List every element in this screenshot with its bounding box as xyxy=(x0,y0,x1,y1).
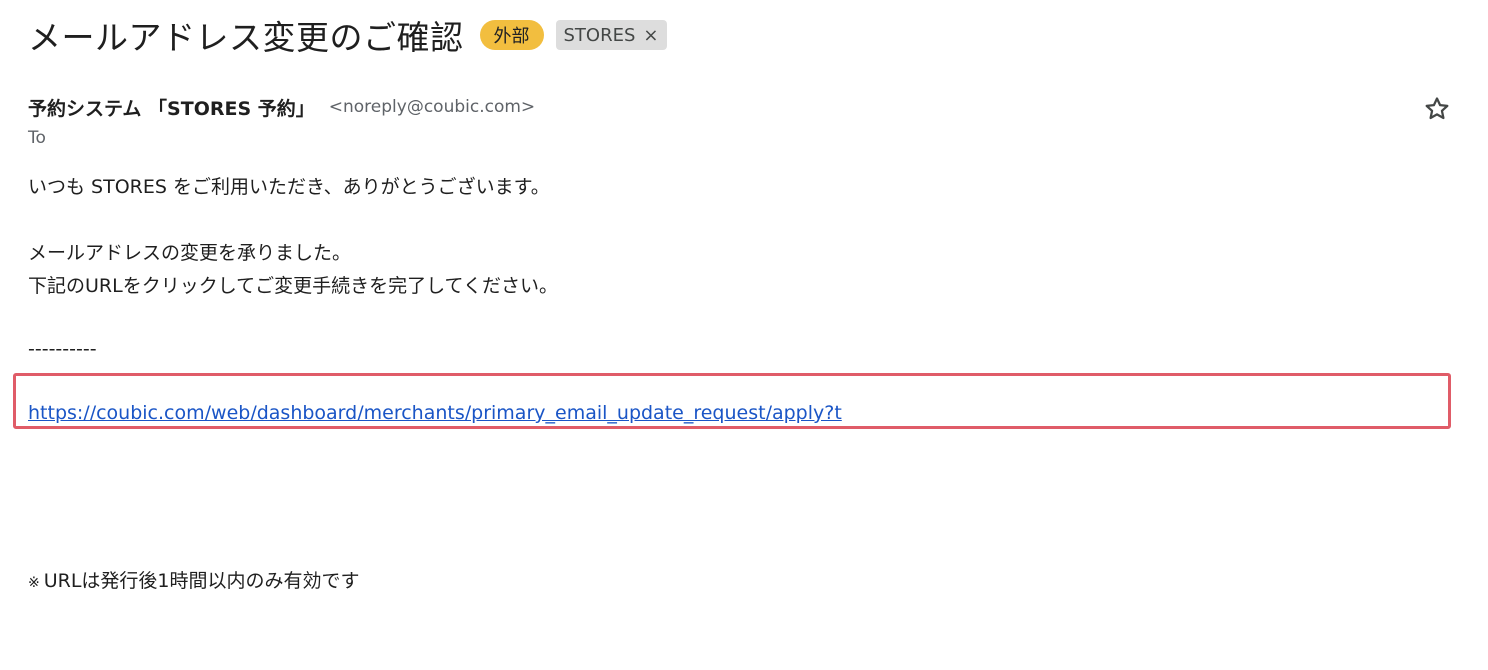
note-text: URLは発行後1時間以内のみ有効です xyxy=(43,570,360,592)
link-container: https://coubic.com/web/dashboard/merchan… xyxy=(28,402,846,432)
body-separator: ---------- xyxy=(28,338,97,360)
stores-label-text: STORES xyxy=(563,24,636,46)
external-label[interactable]: 外部 xyxy=(479,20,544,50)
body-greeting: いつも STORES をご利用いただき、ありがとうございます。 xyxy=(28,176,550,198)
sender-row: 予約システム 「STORES 予約」 <noreply@coubic.com> xyxy=(28,92,535,122)
body-line-1: メールアドレスの変更を承りました。 xyxy=(28,242,352,264)
sender-name[interactable]: 予約システム 「STORES 予約」 xyxy=(28,94,315,121)
note-mark: ※ xyxy=(28,575,40,591)
body-line-2: 下記のURLをクリックしてご変更手続きを完了してください。 xyxy=(28,275,558,297)
close-icon[interactable]: × xyxy=(643,25,658,46)
email-update-link[interactable]: https://coubic.com/web/dashboard/merchan… xyxy=(28,402,842,424)
subject-row: メールアドレス変更のご確認 外部 STORES × xyxy=(28,10,667,60)
recipient-to[interactable]: To xyxy=(28,128,46,148)
sender-email: <noreply@coubic.com> xyxy=(328,97,536,117)
validity-note: ※ URLは発行後1時間以内のみ有効です xyxy=(28,566,360,593)
star-icon[interactable] xyxy=(1422,94,1452,124)
email-subject: メールアドレス変更のご確認 xyxy=(28,18,464,57)
stores-label-chip[interactable]: STORES × xyxy=(555,20,667,50)
